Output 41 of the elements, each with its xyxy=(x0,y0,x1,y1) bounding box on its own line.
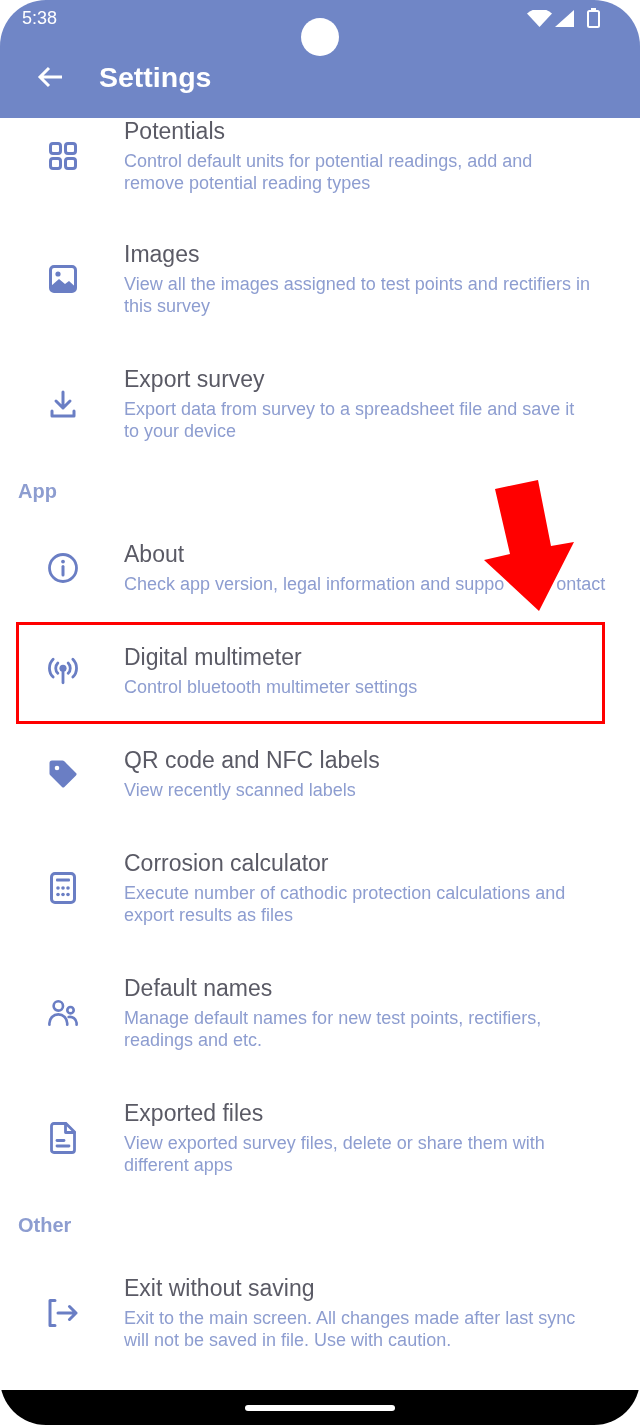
setting-description: Control default units for potential readings, add and remove potential reading types xyxy=(124,150,534,194)
setting-description: Exit to the main screen. All changes made after last sync will not be saved in file. Use with caution. xyxy=(124,1307,577,1351)
wifi-icon xyxy=(527,9,552,27)
battery-icon xyxy=(587,8,600,28)
tag-icon xyxy=(48,759,78,789)
setting-title[interactable]: About xyxy=(124,541,606,567)
setting-description: View exported survey files, delete or share them with different apps xyxy=(124,1132,546,1176)
antenna-icon xyxy=(48,657,78,685)
setting-description: View all the images assigned to test points and rectifiers in this survey xyxy=(124,273,591,317)
back-arrow-icon xyxy=(37,66,63,88)
setting-title[interactable]: QR code and NFC labels xyxy=(124,747,592,773)
setting-title[interactable]: Exported files xyxy=(124,1100,592,1126)
setting-description: Export data from survey to a spreadsheet file and save it to your device xyxy=(124,398,576,442)
section-header: Other xyxy=(18,1214,72,1236)
users-icon xyxy=(48,999,78,1027)
setting-description: View recently scanned labels xyxy=(124,779,357,801)
exit-icon xyxy=(48,1299,78,1327)
section-header: App xyxy=(18,480,57,502)
setting-title[interactable]: Corrosion calculator xyxy=(124,850,592,876)
setting-title[interactable]: Potentials xyxy=(124,118,592,144)
signal-icon xyxy=(555,9,574,27)
page-title: Settings xyxy=(99,60,212,94)
camera-cutout xyxy=(301,18,339,56)
setting-description: ontact xyxy=(556,573,606,595)
setting-title[interactable]: Images xyxy=(124,241,592,267)
setting-description: Execute number of cathodic protection calculations and export results as files xyxy=(124,882,567,926)
document-icon xyxy=(50,1122,76,1154)
calculator-icon xyxy=(50,872,76,904)
image-icon xyxy=(49,265,77,293)
status-time: 5:38 xyxy=(22,7,58,29)
setting-description: Manage default names for new test points, rectifiers, readings and etc. xyxy=(124,1007,543,1051)
download-icon xyxy=(50,390,76,418)
setting-description: Check app version, legal information and suppo xyxy=(124,573,505,595)
setting-title[interactable]: Default names xyxy=(124,975,592,1001)
setting-title[interactable]: Export survey xyxy=(124,366,592,392)
setting-title[interactable]: Exit without saving xyxy=(124,1275,592,1301)
grid-icon xyxy=(49,142,77,170)
setting-title[interactable]: Digital multimeter xyxy=(124,644,592,670)
home-indicator[interactable] xyxy=(245,1404,395,1411)
setting-description: Control bluetooth multimeter settings xyxy=(124,676,419,698)
info-icon xyxy=(48,553,78,583)
